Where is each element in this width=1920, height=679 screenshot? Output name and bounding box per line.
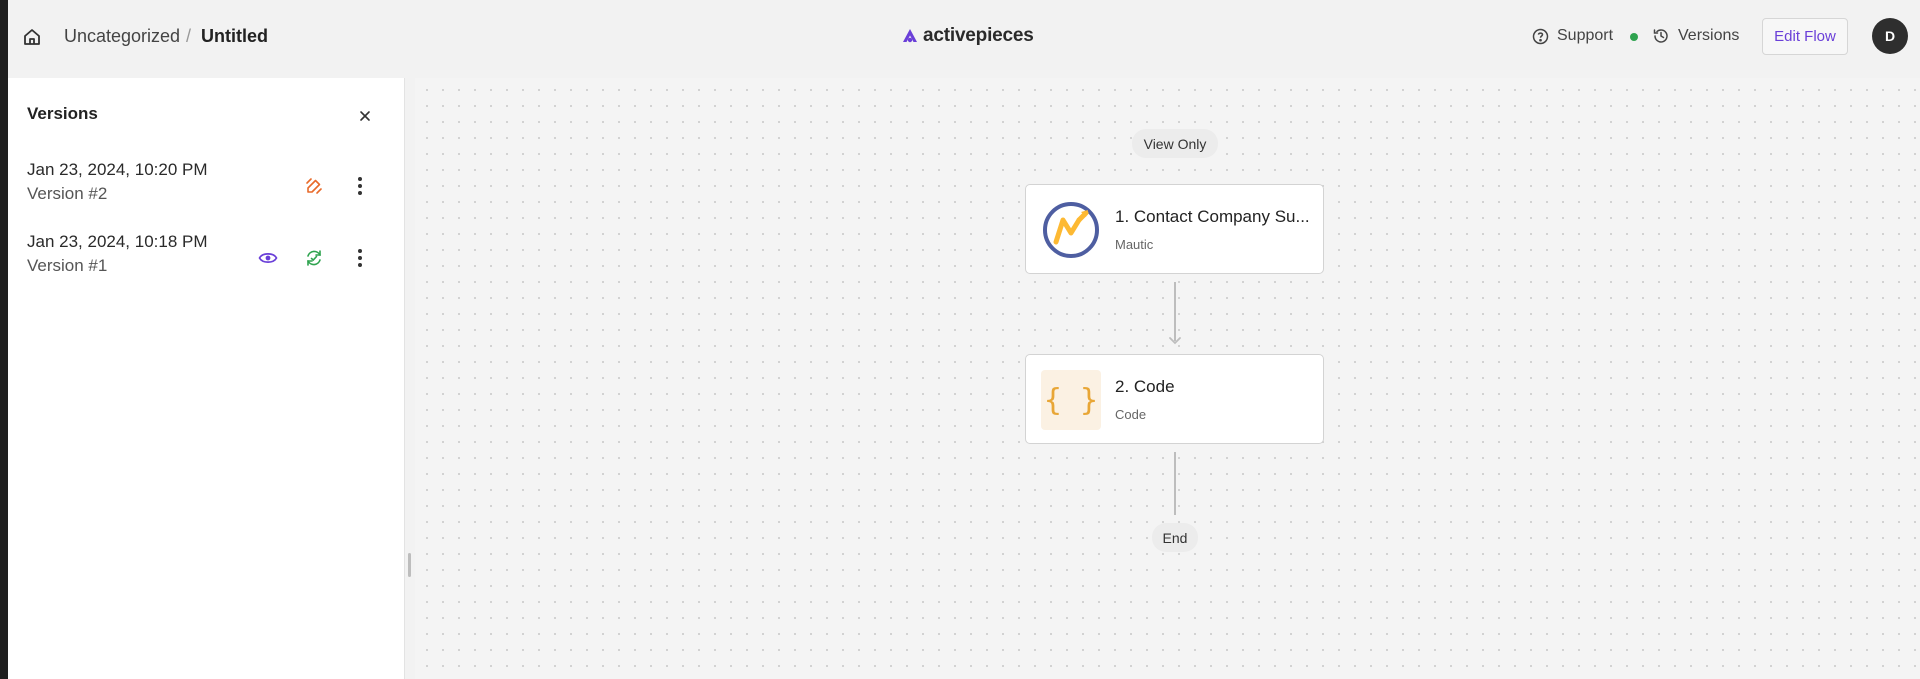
restore-icon[interactable] xyxy=(302,246,326,270)
step-card-trigger[interactable]: 1. Contact Company Su... Mautic xyxy=(1025,184,1324,274)
draft-edit-icon[interactable] xyxy=(302,174,326,198)
end-badge: End xyxy=(1152,523,1198,552)
step-title: 2. Code xyxy=(1115,377,1175,396)
avatar[interactable]: D xyxy=(1872,18,1908,54)
flow-canvas[interactable]: View Only 1. Contact Company Su... Mauti… xyxy=(415,78,1920,679)
version-date: Jan 23, 2024, 10:18 PM xyxy=(27,232,208,251)
step-subtitle: Code xyxy=(1115,407,1147,422)
panel-resize-handle[interactable] xyxy=(408,553,411,577)
code-braces-icon: { } xyxy=(1041,370,1101,430)
status-dot xyxy=(1630,33,1638,41)
edit-flow-button[interactable]: Edit Flow xyxy=(1762,18,1848,55)
brand-logo: activepieces xyxy=(901,25,1034,47)
version-item[interactable]: Jan 23, 2024, 10:18 PM Version #1 xyxy=(8,232,405,288)
arrow-down-icon xyxy=(1169,337,1181,345)
panel-title: Versions xyxy=(27,104,98,123)
help-circle-icon xyxy=(1532,28,1549,44)
step-card-code[interactable]: { } 2. Code Code xyxy=(1025,354,1324,444)
version-date: Jan 23, 2024, 10:20 PM xyxy=(27,160,208,179)
breadcrumb-folder[interactable]: Uncategorized xyxy=(64,26,180,47)
versions-panel: Versions Jan 23, 2024, 10:20 PM Version … xyxy=(8,78,405,679)
brand-name: activepieces xyxy=(923,25,1034,46)
step-title: 1. Contact Company Su... xyxy=(1115,207,1310,226)
version-item[interactable]: Jan 23, 2024, 10:20 PM Version #2 xyxy=(8,160,405,216)
history-icon xyxy=(1653,29,1668,43)
version-name: Version #1 xyxy=(27,256,108,275)
support-label: Support xyxy=(1557,27,1614,44)
more-vertical-icon[interactable] xyxy=(348,174,372,198)
breadcrumb-separator: / xyxy=(186,26,192,46)
versions-link[interactable]: Versions xyxy=(1652,27,1739,45)
step-subtitle: Mautic xyxy=(1115,237,1154,252)
top-bar: Uncategorized / Untitled activepieces Su… xyxy=(8,0,1920,78)
step-connector xyxy=(1174,282,1176,341)
view-eye-icon[interactable] xyxy=(256,246,280,270)
flow-name[interactable]: Untitled xyxy=(201,26,268,47)
step-connector xyxy=(1174,452,1176,515)
view-only-badge: View Only xyxy=(1132,129,1218,158)
activepieces-logo-icon xyxy=(903,29,917,43)
more-vertical-icon[interactable] xyxy=(348,246,372,270)
version-name: Version #2 xyxy=(27,184,108,203)
support-link[interactable]: Support xyxy=(1532,27,1613,45)
home-icon[interactable] xyxy=(22,27,42,47)
app-frame: Uncategorized / Untitled activepieces Su… xyxy=(8,0,1920,679)
close-icon[interactable] xyxy=(354,105,376,127)
versions-label: Versions xyxy=(1678,27,1740,44)
mautic-logo-icon xyxy=(1041,200,1101,260)
